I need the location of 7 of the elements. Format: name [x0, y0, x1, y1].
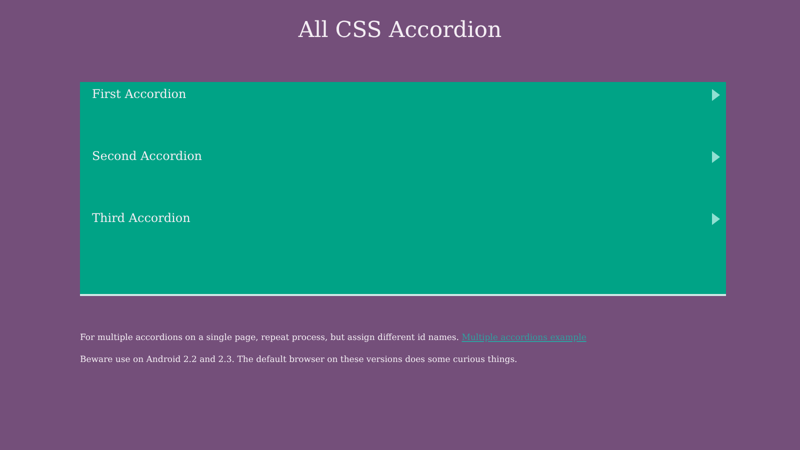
note-text: For multiple accordions on a single page, repeat process, but assign different id names. Multiple accordions example — [80, 332, 588, 344]
accordion-header[interactable]: Second Accordion — [92, 148, 202, 164]
page-title: All CSS Accordion — [297, 17, 503, 45]
accordion-header[interactable]: Third Accordion — [92, 210, 190, 226]
accordion-header[interactable]: First Accordion — [92, 86, 186, 102]
note-text: Beware use on Android 2.2 and 2.3. The default browser on these versions does some curious things. — [80, 354, 518, 366]
example-link[interactable]: Multiple accordions example — [462, 333, 586, 343]
